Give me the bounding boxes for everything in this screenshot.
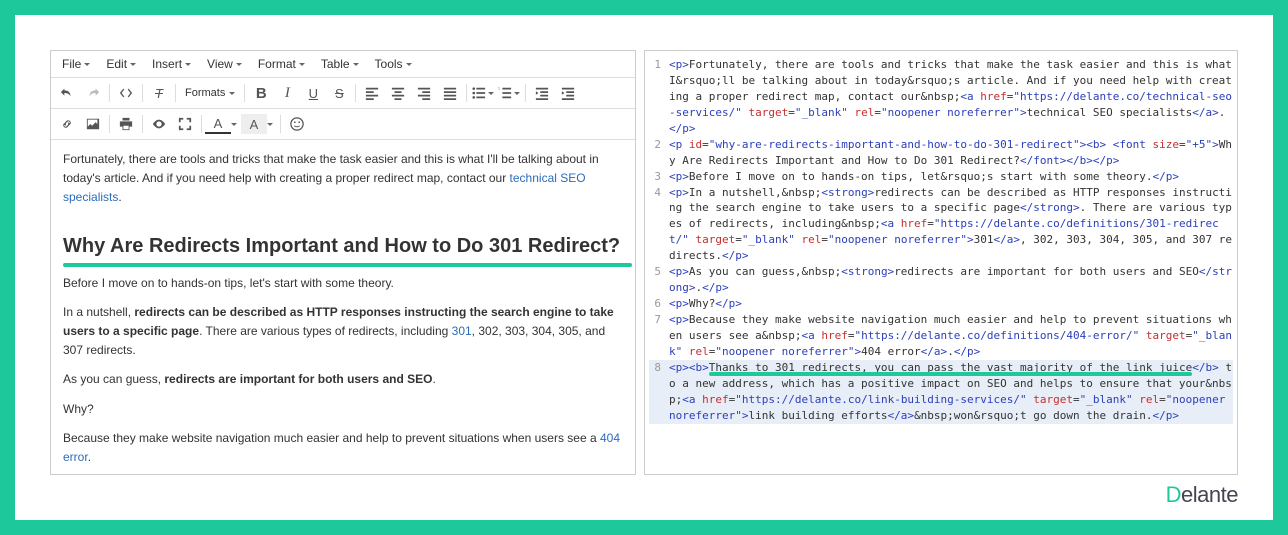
code-button[interactable]	[113, 81, 139, 105]
align-left-button[interactable]	[359, 81, 385, 105]
italic-button[interactable]: I	[274, 81, 300, 105]
image-button[interactable]	[80, 112, 106, 136]
code-line: 5<p>As you can guess,&nbsp;<strong>redir…	[649, 264, 1233, 296]
underline-button[interactable]: U	[300, 81, 326, 105]
svg-text:1: 1	[498, 87, 500, 91]
heading-h2: Why Are Redirects Important and How to D…	[63, 230, 620, 262]
menu-view[interactable]: View	[201, 54, 248, 74]
code-line: 3<p>Before I move on to hands-on tips, l…	[649, 169, 1233, 185]
outdent-button[interactable]	[529, 81, 555, 105]
link-button[interactable]	[54, 112, 80, 136]
clear-format-button[interactable]: T	[146, 81, 172, 105]
link-301[interactable]: 301	[452, 324, 472, 338]
toolbar-row-1: T Formats B I U S 1	[51, 78, 635, 109]
indent-button[interactable]	[555, 81, 581, 105]
align-center-button[interactable]	[385, 81, 411, 105]
undo-button[interactable]	[54, 81, 80, 105]
wysiwyg-pane: File Edit Insert View Format Table Tools…	[50, 50, 636, 475]
toolbar-row-2: A A	[51, 109, 635, 140]
bg-color-button[interactable]: A	[241, 114, 267, 134]
editor-content[interactable]: Fortunately, there are tools and tricks …	[51, 140, 635, 474]
formats-dropdown[interactable]: Formats	[179, 81, 241, 105]
print-button[interactable]	[113, 112, 139, 136]
fullscreen-button[interactable]	[172, 112, 198, 136]
paragraph: Why?	[63, 400, 623, 419]
paragraph: Before I move on to hands-on tips, let's…	[63, 274, 623, 293]
menu-edit[interactable]: Edit	[100, 54, 142, 74]
menubar: File Edit Insert View Format Table Tools	[51, 51, 635, 78]
source-code-pane[interactable]: 1<p>Fortunately, there are tools and tri…	[644, 50, 1238, 475]
menu-insert[interactable]: Insert	[146, 54, 197, 74]
emoji-button[interactable]	[284, 112, 310, 136]
bold-button[interactable]: B	[248, 81, 274, 105]
paragraph: Fortunately, there are tools and tricks …	[63, 150, 623, 208]
delante-logo: Delante	[1166, 482, 1238, 508]
code-line: 1<p>Fortunately, there are tools and tri…	[649, 57, 1233, 137]
code-line: 2<p id="why-are-redirects-important-and-…	[649, 137, 1233, 169]
menu-file[interactable]: File	[56, 54, 96, 74]
strike-button[interactable]: S	[326, 81, 352, 105]
code-line-highlighted: 8<p><b>Thanks to 301 redirects, you can …	[649, 360, 1233, 424]
align-justify-button[interactable]	[437, 81, 463, 105]
menu-format[interactable]: Format	[252, 54, 311, 74]
paragraph: As you can guess, redirects are importan…	[63, 370, 623, 389]
bullet-list-button[interactable]	[470, 81, 496, 105]
code-line: 4<p>In a nutshell,&nbsp;<strong>redirect…	[649, 185, 1233, 265]
number-list-button[interactable]: 1	[496, 81, 522, 105]
menu-table[interactable]: Table	[315, 54, 365, 74]
editor-frame: File Edit Insert View Format Table Tools…	[15, 15, 1273, 520]
code-line: 7<p>Because they make website navigation…	[649, 312, 1233, 360]
font-color-button[interactable]: A	[205, 114, 231, 134]
preview-button[interactable]	[146, 112, 172, 136]
redo-button[interactable]	[80, 81, 106, 105]
align-right-button[interactable]	[411, 81, 437, 105]
menu-tools[interactable]: Tools	[369, 54, 418, 74]
paragraph: Because they make website navigation muc…	[63, 429, 623, 467]
code-line: 6<p>Why?</p>	[649, 296, 1233, 312]
paragraph: In a nutshell, redirects can be describe…	[63, 303, 623, 361]
